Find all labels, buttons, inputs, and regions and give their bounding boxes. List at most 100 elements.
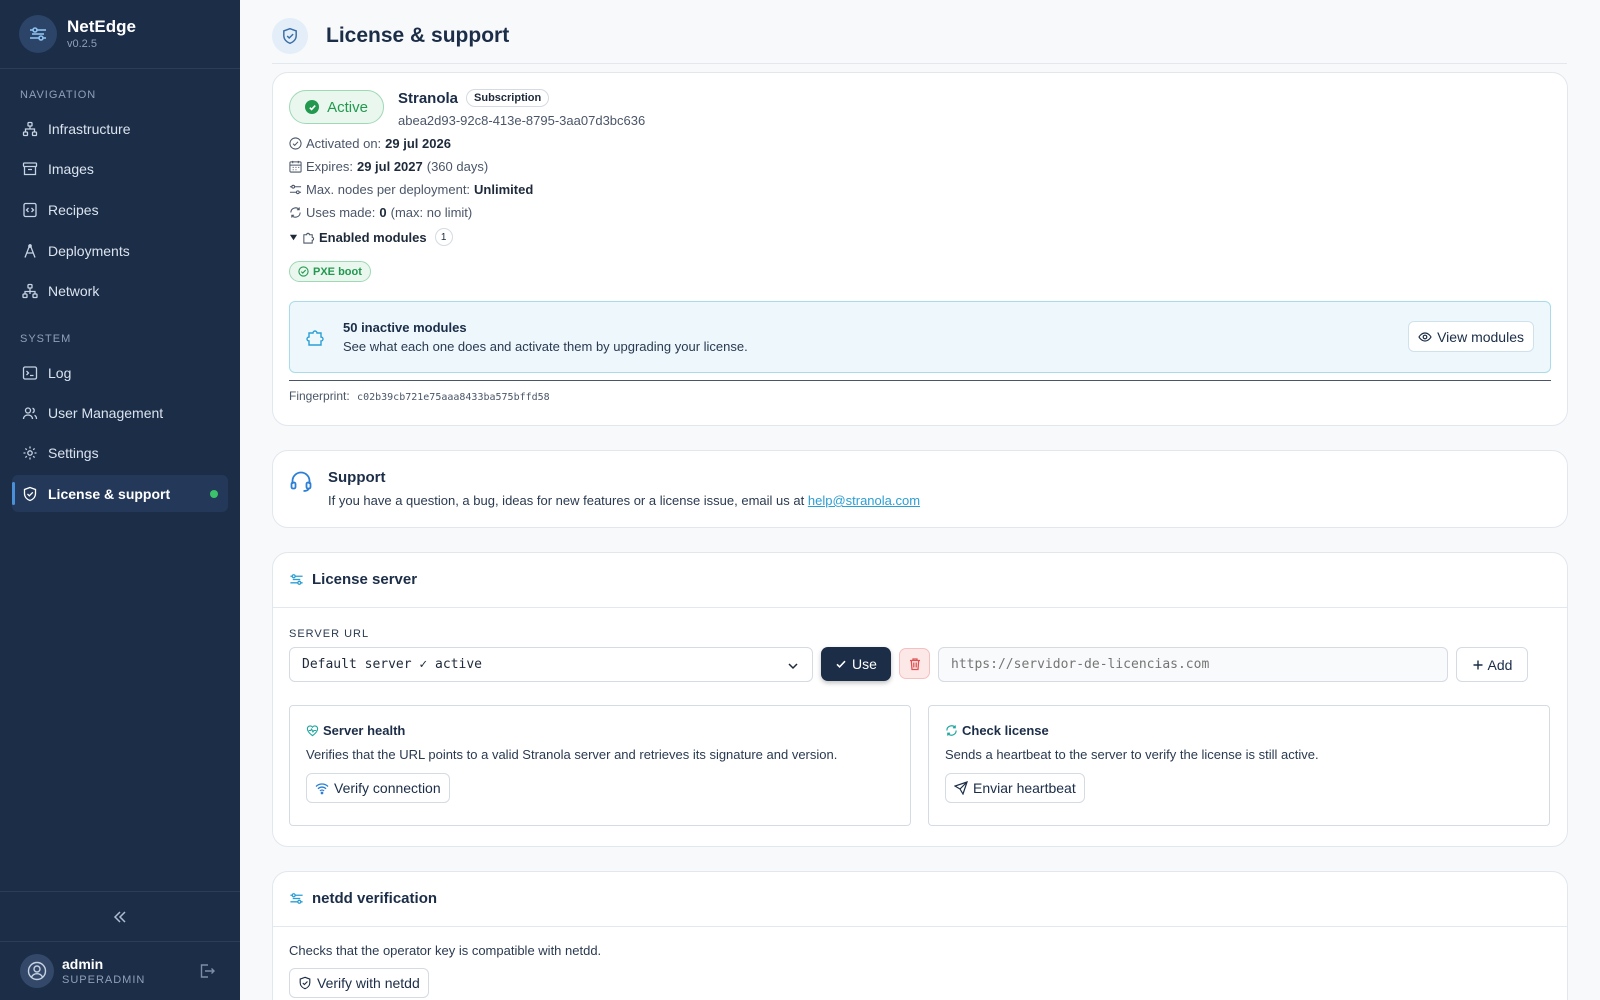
shield-check-icon [23, 486, 37, 501]
trash-icon [909, 657, 920, 670]
vendor-info: Stranola Subscription [398, 89, 550, 107]
send-icon [954, 781, 968, 795]
sliders-icon [289, 184, 302, 195]
verify-connection-button[interactable]: Verify connection [306, 773, 450, 803]
fingerprint-value: c02b39cb721e75aaa8433ba575bffd58 [357, 392, 550, 403]
logout-icon [200, 964, 215, 978]
plus-icon [1473, 660, 1483, 669]
card-divider [273, 926, 1567, 927]
user-name: admin [62, 955, 104, 972]
check-license-title: Check license [962, 723, 1049, 738]
server-select[interactable]: Default server ✓ active [289, 647, 813, 682]
sidebar-item-deployments[interactable]: Deployments [12, 232, 228, 269]
avatar [20, 954, 54, 988]
logout-button[interactable] [198, 962, 216, 985]
support-email-link[interactable]: help@stranola.com [808, 493, 920, 508]
expires-value: 29 jul 2027 [356, 159, 423, 174]
verify-netdd-label: Verify with netdd [317, 975, 420, 991]
headset-icon [290, 471, 312, 492]
check-license-header: Check license [945, 723, 1049, 738]
users-icon [22, 406, 38, 419]
fingerprint-divider [289, 380, 1551, 381]
terminal-icon [22, 365, 38, 380]
check-circle-icon [305, 100, 320, 114]
activated-value: 29 jul 2026 [385, 136, 451, 151]
server-health-desc: Verifies that the URL points to a valid … [306, 747, 838, 762]
sidebar-item-infrastructure[interactable]: Infrastructure [12, 110, 228, 147]
module-chip-pxe-boot: PXE boot [289, 261, 371, 282]
license-id: abea2d93-92c8-413e-8795-3aa07d3bc636 [398, 113, 646, 128]
triangle-down-icon [289, 234, 298, 240]
send-heartbeat-button[interactable]: Enviar heartbeat [945, 773, 1085, 803]
activated-row: Activated on: 29 jul 2026 [289, 136, 451, 151]
add-server-button[interactable]: Add [1456, 647, 1528, 682]
user-role: SUPERADMIN [62, 973, 146, 986]
view-modules-label: View modules [1437, 328, 1524, 345]
license-card: Active Stranola Subscription abea2d93-92… [272, 72, 1568, 426]
sidebar-item-images[interactable]: Images [12, 150, 228, 187]
card-divider [273, 607, 1567, 608]
sidebar-item-user-management[interactable]: User Management [12, 394, 228, 431]
sidebar-item-recipes[interactable]: Recipes [12, 191, 228, 228]
inactive-modules-desc: See what each one does and activate them… [343, 339, 748, 354]
support-title: Support [328, 469, 386, 486]
user-panel: admin SUPERADMIN [0, 941, 240, 1000]
page-title: License & support [326, 24, 510, 47]
shield-check-icon [272, 18, 308, 54]
add-label: Add [1487, 656, 1513, 673]
netdd-header: netdd verification [289, 890, 437, 907]
header-divider [272, 63, 1567, 64]
system-section-label: SYSTEM [20, 333, 72, 345]
sidebar: NetEdge v0.2.5 NAVIGATION Infrastructure… [0, 0, 240, 1000]
max-nodes-value: Unlimited [474, 182, 534, 197]
verify-netdd-button[interactable]: Verify with netdd [289, 968, 429, 998]
check-circle-icon [289, 137, 302, 150]
sidebar-item-label: User Management [48, 404, 164, 421]
license-server-title: License server [312, 571, 418, 588]
inactive-modules-banner: 50 inactive modules See what each one do… [289, 301, 1551, 373]
server-health-panel: Server health Verifies that the URL poin… [289, 705, 911, 826]
app-logo-icon [19, 15, 57, 53]
server-health-title: Server health [323, 723, 406, 738]
delete-server-button[interactable] [899, 648, 930, 679]
check-circle-icon [298, 266, 309, 277]
view-modules-button[interactable]: View modules [1408, 321, 1534, 352]
puzzle-icon [306, 330, 324, 346]
sidebar-item-network[interactable]: Network [12, 272, 228, 309]
server-health-header: Server health [306, 723, 405, 738]
uses-note: (max: no limit) [390, 205, 473, 220]
app-name: NetEdge [67, 17, 136, 36]
sidebar-item-settings[interactable]: Settings [12, 434, 228, 471]
active-indicator [210, 489, 218, 498]
sidebar-item-label: Log [48, 364, 72, 381]
fingerprint-label: Fingerprint: [289, 389, 350, 403]
app-version: v0.2.5 [67, 38, 97, 50]
max-nodes-label: Max. nodes per deployment: [306, 182, 471, 197]
vendor-name: Stranola [398, 89, 459, 107]
sidebar-item-label: Deployments [48, 242, 130, 259]
sidebar-item-label: License & support [48, 485, 171, 502]
main-content: License & support Active Stranola Subscr… [240, 0, 1600, 1000]
chevrons-left-icon [113, 910, 126, 923]
send-heartbeat-label: Enviar heartbeat [973, 780, 1076, 796]
license-server-card: License server SERVER URL Default server… [272, 552, 1568, 847]
expires-note: (360 days) [426, 159, 489, 174]
sidebar-item-label: Settings [48, 444, 99, 461]
nav-section-label: NAVIGATION [20, 89, 97, 101]
code-file-icon [23, 202, 37, 217]
sidebar-item-license-support[interactable]: License & support [12, 475, 228, 512]
license-type-badge: Subscription [466, 89, 550, 107]
brand: NetEdge v0.2.5 [0, 0, 240, 69]
refresh-icon [290, 207, 301, 218]
license-server-header: License server [289, 571, 417, 588]
inactive-modules-title: 50 inactive modules [343, 320, 467, 335]
server-icon [290, 893, 303, 904]
gear-icon [23, 446, 37, 459]
sidebar-collapse-button[interactable] [0, 891, 240, 941]
deploy-icon [24, 243, 36, 258]
sidebar-item-log[interactable]: Log [12, 354, 228, 391]
server-url-input[interactable] [938, 647, 1448, 682]
uses-label: Uses made: [306, 205, 376, 220]
enabled-modules-toggle[interactable]: Enabled modules 1 [289, 228, 453, 246]
use-server-button[interactable]: Use [821, 647, 891, 681]
